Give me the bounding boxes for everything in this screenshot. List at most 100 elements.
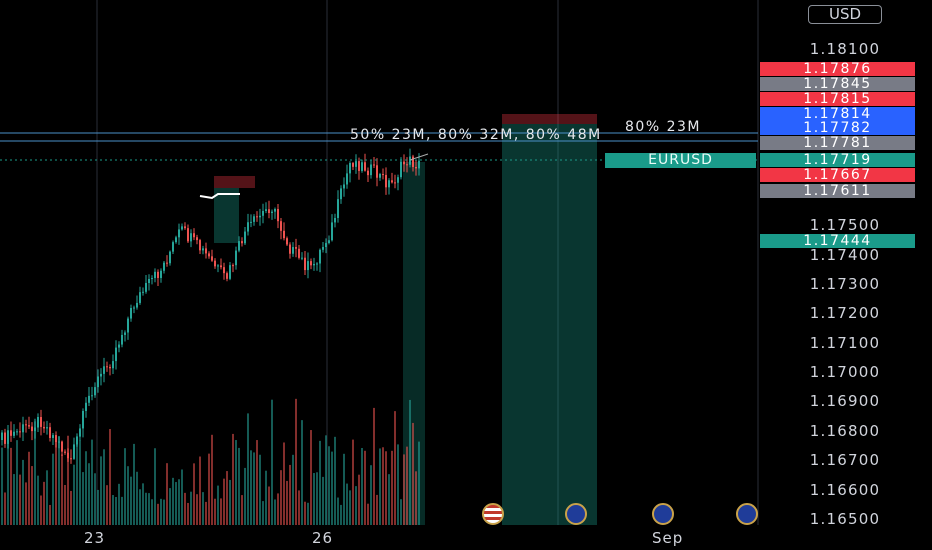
volume-bar [4, 492, 6, 525]
candle-body [316, 263, 318, 265]
candle-body [301, 257, 303, 259]
candle-body [4, 432, 6, 444]
small-target-zone [214, 188, 239, 243]
volume-bar [214, 498, 216, 525]
volume-bar [373, 407, 375, 525]
candle-body [367, 170, 369, 176]
candle-body [313, 263, 315, 266]
candle-body [238, 241, 240, 251]
volume-bar [88, 463, 90, 525]
price-axis-label: 1.17100 [809, 334, 881, 352]
candle-body [397, 177, 399, 183]
volume-bar [55, 435, 57, 525]
time-axis-label: 23 [84, 529, 106, 547]
candle-body [265, 209, 267, 212]
candle-body [217, 265, 219, 267]
volume-bar [349, 490, 351, 525]
candle-body [127, 318, 129, 333]
volume-bar [196, 494, 198, 525]
volume-bar [40, 495, 42, 525]
volume-bar [241, 495, 243, 525]
volume-bar [13, 474, 15, 525]
volume-bar [313, 473, 315, 525]
candle-body [322, 247, 324, 250]
candle-body [43, 426, 45, 429]
candle-body [55, 435, 57, 443]
volume-bar [274, 499, 276, 525]
candle-body [394, 182, 396, 184]
volume-bar [139, 489, 141, 525]
volume-bar [58, 436, 60, 525]
candle-body [310, 261, 312, 266]
candle-body [304, 257, 306, 271]
candle-body [25, 424, 27, 426]
candle-body [88, 395, 90, 403]
candle-body [361, 162, 363, 171]
volume-bar [289, 464, 291, 525]
eu-flag-icon[interactable] [565, 503, 587, 525]
candle-body [34, 427, 36, 432]
candle-body [97, 376, 99, 388]
price-badge: 1.17611 [760, 184, 915, 198]
candle-body [418, 160, 420, 169]
candle-body [274, 208, 276, 212]
volume-bar [271, 399, 273, 525]
candle-body [196, 237, 198, 241]
volume-bar [259, 454, 261, 525]
volume-bar [343, 453, 345, 525]
candle-body [121, 334, 123, 345]
volume-bar [181, 469, 183, 525]
volume-bar [304, 501, 306, 525]
volume-bar [178, 479, 180, 525]
candle-body [151, 278, 153, 280]
volume-bar [301, 420, 303, 525]
eu-flag-icon[interactable] [736, 503, 758, 525]
volume-bar [187, 502, 189, 525]
us-flag-icon[interactable] [482, 503, 504, 525]
volume-bar [229, 479, 231, 525]
candle-body [262, 211, 264, 216]
candle-body [250, 221, 252, 223]
volume-bar [49, 504, 51, 525]
candle-body [19, 431, 21, 433]
volume-bar [361, 447, 363, 525]
volume-bar [10, 447, 12, 525]
candle-body [280, 221, 282, 231]
candle-body [409, 156, 411, 165]
volume-bar [19, 474, 21, 525]
candle-body [385, 174, 387, 188]
currency-selector[interactable]: USD [808, 5, 882, 24]
volume-bar [391, 450, 393, 525]
symbol-label[interactable]: EURUSD [605, 153, 756, 168]
candle-body [94, 387, 96, 396]
volume-bar [283, 442, 285, 525]
candle-body [133, 307, 135, 309]
candle-body [40, 417, 42, 427]
volume-bar [190, 491, 192, 525]
candle-body [400, 161, 402, 178]
volume-bar [250, 450, 252, 525]
volume-bar [121, 496, 123, 525]
candle-body [211, 256, 213, 261]
candle-body [193, 233, 195, 238]
volume-bar [316, 472, 318, 525]
eu-flag-icon[interactable] [652, 503, 674, 525]
volume-bar [61, 454, 63, 525]
candle-body [28, 425, 30, 427]
volume-bar [346, 483, 348, 525]
volume-bar [418, 441, 420, 525]
candle-body [163, 262, 165, 271]
volume-bar [382, 447, 384, 525]
candle-body [337, 199, 339, 218]
volume-bar [370, 465, 372, 525]
candle-body [325, 243, 327, 248]
price-badge: 1.17667 [760, 168, 915, 182]
candle-body [100, 373, 102, 377]
candle-body [403, 161, 405, 165]
volume-bar [16, 440, 18, 525]
volume-bar [226, 471, 228, 525]
volume-bar [25, 482, 27, 525]
volume-bar [169, 488, 171, 525]
candle-body [205, 248, 207, 254]
volume-bar [22, 459, 24, 525]
